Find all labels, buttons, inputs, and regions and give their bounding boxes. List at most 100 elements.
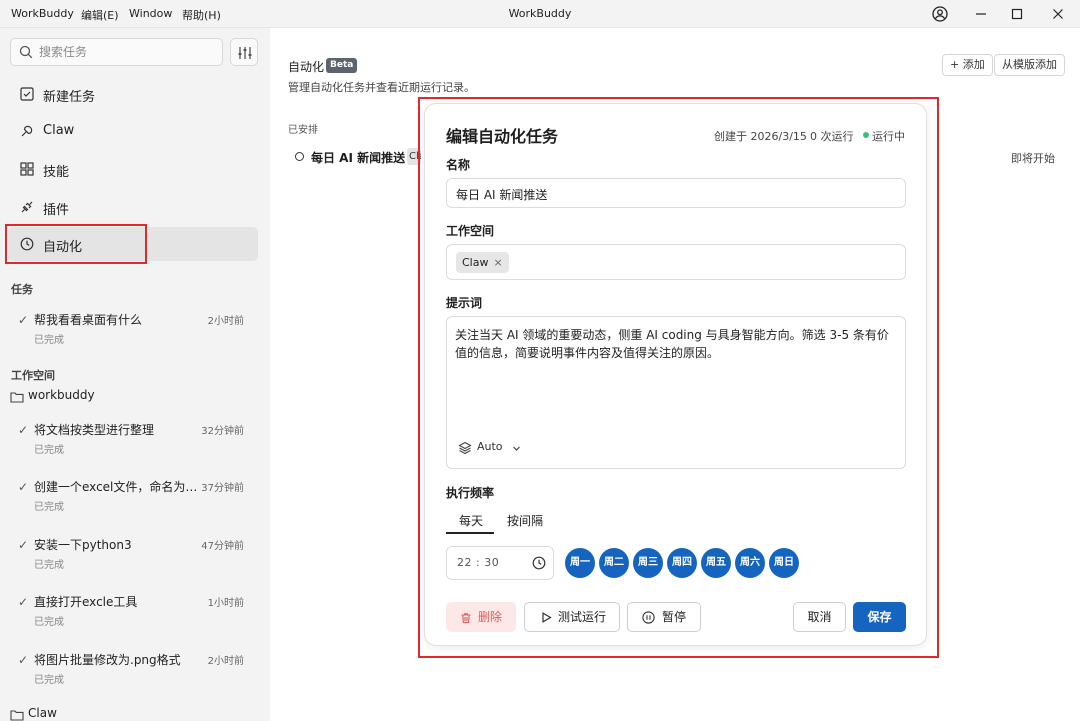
- delete-label: 删除: [478, 610, 503, 624]
- run-count: 0 次运行: [810, 130, 854, 143]
- status-dot: [863, 132, 869, 138]
- nav-label: Claw: [43, 123, 75, 138]
- check-icon: ✓: [18, 538, 29, 552]
- nav-label: 自动化: [43, 240, 83, 255]
- check-icon: ✓: [18, 595, 29, 609]
- pause-button[interactable]: 暂停: [627, 602, 701, 632]
- task-time: 47分钟前: [201, 541, 244, 552]
- trash-icon: [461, 613, 471, 624]
- maximize-icon[interactable]: [1005, 4, 1029, 24]
- nav-plugins[interactable]: 插件: [8, 190, 258, 224]
- nav-automation[interactable]: 自动化: [8, 227, 258, 261]
- clock-icon[interactable]: [532, 556, 546, 570]
- day-toggle-sun[interactable]: 周日: [769, 548, 799, 578]
- list-item[interactable]: ✓ 将文档按类型进行整理 32分钟前 已完成: [18, 421, 246, 463]
- time-picker[interactable]: 22 : 30: [446, 546, 554, 580]
- folder-label: Claw: [28, 706, 57, 720]
- created-date: 创建于 2026/3/15: [714, 130, 807, 143]
- task-title: 将文档按类型进行整理: [34, 423, 155, 437]
- task-status: 已完成: [34, 445, 64, 456]
- list-item[interactable]: ✓ 创建一个excel文件，命名为当... 37分钟前 已完成: [18, 478, 246, 520]
- task-time: 2小时前: [207, 316, 244, 327]
- chip-label: Claw: [462, 256, 489, 269]
- day-toggle-tue[interactable]: 周二: [599, 548, 629, 578]
- scheduled-heading: 已安排: [288, 125, 318, 136]
- list-item[interactable]: ✓ 直接打开excle工具 1小时前 已完成: [18, 593, 246, 635]
- folder-icon: [10, 392, 24, 403]
- search-input[interactable]: [39, 43, 219, 61]
- task-time: 2小时前: [207, 656, 244, 667]
- task-status: 已完成: [34, 560, 64, 571]
- frequency-label: 执行频率: [446, 486, 495, 500]
- page-title: 自动化: [288, 60, 325, 74]
- name-value: 每日 AI 新闻推送: [456, 188, 548, 202]
- account-icon[interactable]: [928, 4, 952, 24]
- day-toggle-sat[interactable]: 周六: [735, 548, 765, 578]
- add-from-template-button[interactable]: 从模版添加: [994, 54, 1065, 76]
- beta-badge: Beta: [326, 58, 358, 73]
- window-title: WorkBuddy: [508, 7, 572, 20]
- task-title: 直接打开excle工具: [34, 595, 138, 609]
- add-button[interactable]: + 添加: [942, 54, 993, 76]
- task-name: 每日 AI 新闻推送: [311, 151, 406, 165]
- nav-claw[interactable]: Claw: [8, 114, 258, 148]
- close-icon[interactable]: [1046, 4, 1070, 24]
- active-tab-indicator: [446, 532, 494, 534]
- nav-new-task[interactable]: 新建任务: [8, 77, 258, 111]
- task-title: 帮我看看桌面有什么: [34, 313, 143, 327]
- search-box[interactable]: [10, 38, 223, 66]
- task-title: 安装一下python3: [34, 538, 132, 552]
- workspace-label: 工作空间: [446, 224, 495, 238]
- day-toggle-mon[interactable]: 周一: [565, 548, 595, 578]
- task-title: 将图片批量修改为.png格式: [34, 653, 181, 667]
- search-icon: [19, 45, 33, 59]
- edit-automation-dialog: 编辑自动化任务 创建于 2026/3/15 0 次运行 运行中 名称 每日 AI…: [424, 103, 927, 646]
- tab-interval[interactable]: 按间隔: [507, 512, 543, 529]
- day-toggle-thu[interactable]: 周四: [667, 548, 697, 578]
- save-button[interactable]: 保存: [853, 602, 906, 632]
- workspace-heading: 工作空间: [11, 369, 55, 382]
- check-icon: ✓: [18, 423, 29, 437]
- task-status: 已完成: [34, 617, 64, 628]
- prompt-text: 关注当天 AI 领域的重要动态，侧重 AI coding 与具身智能方向。筛选 …: [455, 328, 889, 360]
- folder-label: workbuddy: [28, 388, 95, 402]
- nav-skills[interactable]: 技能: [8, 152, 258, 186]
- filter-button[interactable]: [230, 38, 258, 66]
- day-toggle-wed[interactable]: 周三: [633, 548, 663, 578]
- pause-label: 暂停: [662, 610, 687, 624]
- task-status: 已完成: [34, 675, 64, 686]
- name-field[interactable]: 每日 AI 新闻推送: [446, 178, 906, 208]
- nav-label: 新建任务: [43, 90, 96, 105]
- workspace-field[interactable]: Claw ×: [446, 244, 906, 280]
- list-item[interactable]: ✓ 安装一下python3 47分钟前 已完成: [18, 536, 246, 578]
- page-subtitle: 管理自动化任务并查看近期运行记录。: [288, 81, 475, 94]
- delete-button[interactable]: 删除: [446, 602, 516, 632]
- skills-icon: [20, 162, 34, 176]
- nav-label: 插件: [43, 203, 70, 218]
- check-icon: ✓: [18, 653, 29, 667]
- task-time: 32分钟前: [201, 426, 244, 437]
- time-value: 22 : 30: [457, 556, 500, 569]
- task-time: 37分钟前: [201, 483, 244, 494]
- test-run-button[interactable]: 测试运行: [524, 602, 620, 632]
- cancel-button[interactable]: 取消: [793, 602, 846, 632]
- tab-daily[interactable]: 每天: [459, 512, 483, 529]
- status-circle-icon: [295, 152, 304, 161]
- minimize-icon[interactable]: [969, 4, 993, 24]
- workspace-chip[interactable]: Claw ×: [456, 252, 509, 273]
- remove-chip-icon[interactable]: ×: [493, 256, 502, 269]
- name-label: 名称: [446, 158, 471, 172]
- check-icon: ✓: [18, 480, 29, 494]
- layers-icon: [458, 441, 472, 455]
- pause-icon: [642, 611, 655, 624]
- sidebar: 新建任务 Claw 技能 插件 自动化 任务 ✓ 帮我看看桌面有什么 2小时前 …: [0, 28, 270, 721]
- list-item[interactable]: ✓ 将图片批量修改为.png格式 2小时前 已完成: [18, 651, 246, 693]
- nav-label: 技能: [43, 165, 70, 180]
- day-toggle-fri[interactable]: 周五: [701, 548, 731, 578]
- folder-icon: [10, 710, 24, 721]
- list-item[interactable]: ✓ 帮我看看桌面有什么 2小时前 已完成: [18, 311, 246, 353]
- clock-icon: [20, 237, 34, 251]
- task-status: 已完成: [34, 502, 64, 513]
- prompt-textarea[interactable]: 关注当天 AI 领域的重要动态，侧重 AI coding 与具身智能方向。筛选 …: [446, 316, 906, 469]
- task-status: 已完成: [34, 335, 64, 346]
